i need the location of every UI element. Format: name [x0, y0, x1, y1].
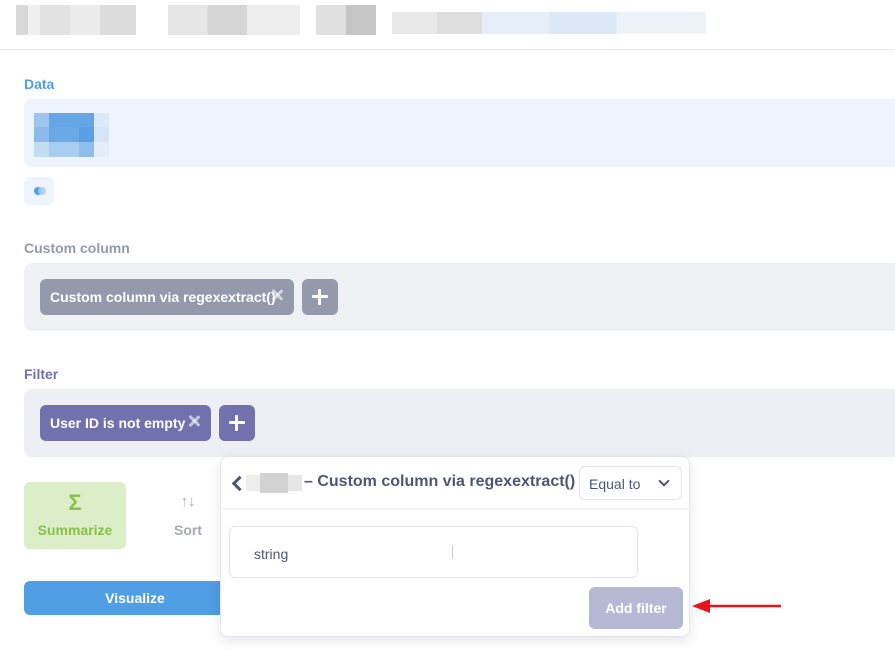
filter-popover: – Custom column via regexextract() Equal… [220, 456, 690, 637]
filter-box: User ID is not empty [24, 389, 895, 457]
custom-column-pill-label: Custom column via regexextract() [50, 289, 276, 305]
summarize-label: Summarize [37, 522, 113, 538]
add-custom-column-button[interactable] [302, 279, 338, 315]
popover-title: – Custom column via regexextract() [304, 473, 576, 490]
filter-value-input[interactable]: string [229, 526, 638, 578]
sort-button[interactable]: ↑↓ Sort [156, 482, 220, 549]
filter-pill[interactable]: User ID is not empty [40, 405, 211, 441]
sort-label: Sort [174, 522, 202, 538]
blurred-header [0, 0, 895, 50]
red-arrow-annotation [692, 599, 781, 613]
close-icon[interactable] [270, 288, 284, 302]
filter-section-label: Filter [24, 366, 59, 382]
popover-header: – Custom column via regexextract() Equal… [221, 457, 689, 509]
data-source-box[interactable] [24, 99, 895, 167]
blurred-table-name [246, 473, 302, 493]
visualize-button[interactable]: Visualize [24, 581, 246, 615]
sort-icon: ↑↓ [180, 493, 196, 510]
operator-value: Equal to [589, 476, 641, 492]
summarize-button[interactable]: Σ Summarize [24, 482, 126, 549]
custom-column-box: Custom column via regexextract() [24, 263, 895, 331]
filter-value-text: string [254, 546, 289, 562]
custom-column-section-label: Custom column [24, 240, 130, 256]
filter-pill-label: User ID is not empty [50, 415, 186, 431]
sigma-icon: Σ [68, 490, 82, 515]
add-filter-button[interactable]: Add filter [589, 587, 683, 629]
chevron-down-icon [658, 475, 670, 487]
back-chevron-icon[interactable] [230, 473, 244, 493]
text-cursor-icon [452, 545, 453, 559]
operator-select[interactable]: Equal to [579, 466, 682, 500]
custom-column-pill[interactable]: Custom column via regexextract() [40, 279, 294, 315]
data-section-label: Data [24, 76, 55, 92]
close-icon[interactable] [187, 414, 201, 428]
add-filter-plus-button[interactable] [219, 405, 255, 441]
join-toggle-button[interactable] [24, 177, 54, 205]
